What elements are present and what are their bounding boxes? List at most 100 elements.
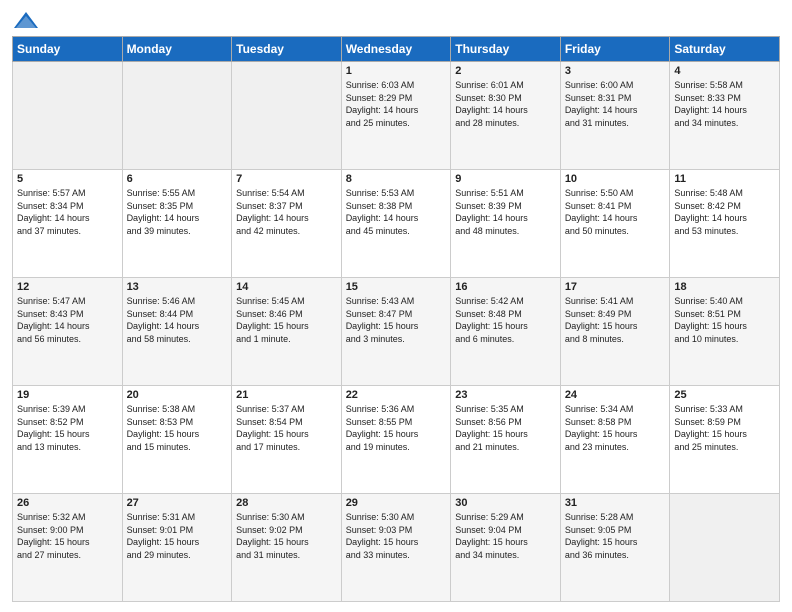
calendar-day-4: 4 Sunrise: 5:58 AM Sunset: 8:33 PM Daylig… [670,62,780,170]
day-info: Sunrise: 5:29 AM Sunset: 9:04 PM Dayligh… [455,511,556,561]
calendar-day-empty [122,62,232,170]
day-number: 15 [346,281,447,293]
calendar-day-22: 22 Sunrise: 5:36 AM Sunset: 8:55 PM Dayli… [341,386,451,494]
day-info: Sunrise: 5:35 AM Sunset: 8:56 PM Dayligh… [455,403,556,453]
calendar-day-27: 27 Sunrise: 5:31 AM Sunset: 9:01 PM Dayli… [122,494,232,602]
logo [12,10,44,30]
day-number: 23 [455,389,556,401]
day-info: Sunrise: 5:36 AM Sunset: 8:55 PM Dayligh… [346,403,447,453]
day-info: Sunrise: 5:37 AM Sunset: 8:54 PM Dayligh… [236,403,337,453]
calendar-day-7: 7 Sunrise: 5:54 AM Sunset: 8:37 PM Daylig… [232,170,342,278]
day-info: Sunrise: 5:46 AM Sunset: 8:44 PM Dayligh… [127,295,228,345]
weekday-header-friday: Friday [560,37,670,62]
calendar-week-row: 26 Sunrise: 5:32 AM Sunset: 9:00 PM Dayli… [13,494,780,602]
calendar-day-5: 5 Sunrise: 5:57 AM Sunset: 8:34 PM Daylig… [13,170,123,278]
day-info: Sunrise: 5:57 AM Sunset: 8:34 PM Dayligh… [17,187,118,237]
day-number: 29 [346,497,447,509]
calendar-day-16: 16 Sunrise: 5:42 AM Sunset: 8:48 PM Dayli… [451,278,561,386]
weekday-header-sunday: Sunday [13,37,123,62]
calendar-day-31: 31 Sunrise: 5:28 AM Sunset: 9:05 PM Dayli… [560,494,670,602]
weekday-header-tuesday: Tuesday [232,37,342,62]
header [12,10,780,30]
calendar-day-11: 11 Sunrise: 5:48 AM Sunset: 8:42 PM Dayli… [670,170,780,278]
day-number: 13 [127,281,228,293]
calendar-day-12: 12 Sunrise: 5:47 AM Sunset: 8:43 PM Dayli… [13,278,123,386]
weekday-header-row: SundayMondayTuesdayWednesdayThursdayFrid… [13,37,780,62]
logo-icon [12,10,40,30]
calendar-day-25: 25 Sunrise: 5:33 AM Sunset: 8:59 PM Dayli… [670,386,780,494]
day-info: Sunrise: 5:31 AM Sunset: 9:01 PM Dayligh… [127,511,228,561]
day-info: Sunrise: 5:32 AM Sunset: 9:00 PM Dayligh… [17,511,118,561]
day-number: 25 [674,389,775,401]
day-info: Sunrise: 5:54 AM Sunset: 8:37 PM Dayligh… [236,187,337,237]
day-info: Sunrise: 5:58 AM Sunset: 8:33 PM Dayligh… [674,79,775,129]
calendar-day-8: 8 Sunrise: 5:53 AM Sunset: 8:38 PM Daylig… [341,170,451,278]
day-number: 8 [346,173,447,185]
day-info: Sunrise: 5:30 AM Sunset: 9:03 PM Dayligh… [346,511,447,561]
calendar-day-18: 18 Sunrise: 5:40 AM Sunset: 8:51 PM Dayli… [670,278,780,386]
day-number: 28 [236,497,337,509]
day-info: Sunrise: 5:30 AM Sunset: 9:02 PM Dayligh… [236,511,337,561]
day-info: Sunrise: 5:47 AM Sunset: 8:43 PM Dayligh… [17,295,118,345]
day-number: 31 [565,497,666,509]
calendar-table: SundayMondayTuesdayWednesdayThursdayFrid… [12,36,780,602]
day-info: Sunrise: 5:43 AM Sunset: 8:47 PM Dayligh… [346,295,447,345]
calendar-day-24: 24 Sunrise: 5:34 AM Sunset: 8:58 PM Dayli… [560,386,670,494]
calendar-day-20: 20 Sunrise: 5:38 AM Sunset: 8:53 PM Dayli… [122,386,232,494]
weekday-header-monday: Monday [122,37,232,62]
day-info: Sunrise: 5:42 AM Sunset: 8:48 PM Dayligh… [455,295,556,345]
calendar-day-26: 26 Sunrise: 5:32 AM Sunset: 9:00 PM Dayli… [13,494,123,602]
day-info: Sunrise: 5:50 AM Sunset: 8:41 PM Dayligh… [565,187,666,237]
calendar-day-17: 17Sunrise: 5:41 AM Sunset: 8:49 PM Dayli… [560,278,670,386]
calendar-day-14: 14 Sunrise: 5:45 AM Sunset: 8:46 PM Dayli… [232,278,342,386]
day-number: 5 [17,173,118,185]
calendar-day-9: 9 Sunrise: 5:51 AM Sunset: 8:39 PM Daylig… [451,170,561,278]
day-number: 20 [127,389,228,401]
day-number: 24 [565,389,666,401]
day-number: 4 [674,65,775,77]
day-number: 9 [455,173,556,185]
calendar-week-row: 5 Sunrise: 5:57 AM Sunset: 8:34 PM Daylig… [13,170,780,278]
day-number: 1 [346,65,447,77]
day-info: Sunrise: 6:03 AM Sunset: 8:29 PM Dayligh… [346,79,447,129]
day-number: 11 [674,173,775,185]
day-info: Sunrise: 5:28 AM Sunset: 9:05 PM Dayligh… [565,511,666,561]
day-info: Sunrise: 5:51 AM Sunset: 8:39 PM Dayligh… [455,187,556,237]
calendar-day-2: 2 Sunrise: 6:01 AM Sunset: 8:30 PM Daylig… [451,62,561,170]
calendar-day-3: 3Sunrise: 6:00 AM Sunset: 8:31 PM Daylig… [560,62,670,170]
day-info: Sunrise: 5:41 AM Sunset: 8:49 PM Dayligh… [565,295,666,345]
calendar-day-28: 28 Sunrise: 5:30 AM Sunset: 9:02 PM Dayli… [232,494,342,602]
day-info: Sunrise: 5:53 AM Sunset: 8:38 PM Dayligh… [346,187,447,237]
day-number: 3 [565,65,666,77]
calendar-page: SundayMondayTuesdayWednesdayThursdayFrid… [0,0,792,612]
day-info: Sunrise: 5:38 AM Sunset: 8:53 PM Dayligh… [127,403,228,453]
day-info: Sunrise: 5:34 AM Sunset: 8:58 PM Dayligh… [565,403,666,453]
day-number: 16 [455,281,556,293]
day-info: Sunrise: 5:55 AM Sunset: 8:35 PM Dayligh… [127,187,228,237]
day-number: 30 [455,497,556,509]
weekday-header-thursday: Thursday [451,37,561,62]
day-number: 12 [17,281,118,293]
calendar-day-23: 23 Sunrise: 5:35 AM Sunset: 8:56 PM Dayli… [451,386,561,494]
day-number: 2 [455,65,556,77]
day-info: Sunrise: 5:39 AM Sunset: 8:52 PM Dayligh… [17,403,118,453]
day-number: 6 [127,173,228,185]
calendar-day-10: 10Sunrise: 5:50 AM Sunset: 8:41 PM Dayli… [560,170,670,278]
calendar-week-row: 12 Sunrise: 5:47 AM Sunset: 8:43 PM Dayli… [13,278,780,386]
day-info: Sunrise: 6:01 AM Sunset: 8:30 PM Dayligh… [455,79,556,129]
day-info: Sunrise: 5:40 AM Sunset: 8:51 PM Dayligh… [674,295,775,345]
calendar-day-1: 1 Sunrise: 6:03 AM Sunset: 8:29 PM Daylig… [341,62,451,170]
day-number: 27 [127,497,228,509]
calendar-day-30: 30 Sunrise: 5:29 AM Sunset: 9:04 PM Dayli… [451,494,561,602]
day-number: 22 [346,389,447,401]
day-info: Sunrise: 5:45 AM Sunset: 8:46 PM Dayligh… [236,295,337,345]
day-number: 14 [236,281,337,293]
day-number: 21 [236,389,337,401]
day-info: Sunrise: 5:48 AM Sunset: 8:42 PM Dayligh… [674,187,775,237]
day-number: 26 [17,497,118,509]
day-info: Sunrise: 5:33 AM Sunset: 8:59 PM Dayligh… [674,403,775,453]
day-number: 18 [674,281,775,293]
calendar-week-row: 19Sunrise: 5:39 AM Sunset: 8:52 PM Dayli… [13,386,780,494]
day-number: 7 [236,173,337,185]
calendar-day-15: 15 Sunrise: 5:43 AM Sunset: 8:47 PM Dayli… [341,278,451,386]
